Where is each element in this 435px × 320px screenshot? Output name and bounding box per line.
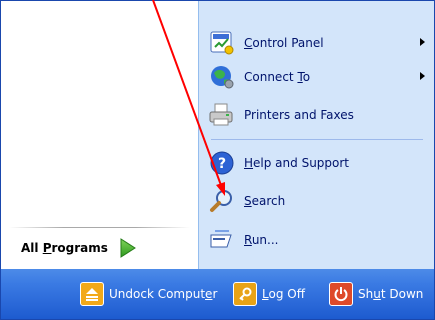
- undock-computer-label: Undock Computer: [109, 287, 218, 301]
- connect-to-label: Connect To: [244, 70, 311, 84]
- search-label: Search: [244, 194, 286, 208]
- printers-and-faxes-label: Printers and Faxes: [244, 108, 354, 122]
- undock-computer-button[interactable]: Undock Computer: [80, 282, 217, 306]
- all-programs-label: All Programs: [21, 241, 108, 255]
- help-and-support-label: Help and Support: [244, 156, 350, 170]
- log-off-button[interactable]: Log Off: [233, 282, 305, 306]
- start-menu: All Programs Control Panel Connect To Pr…: [0, 0, 435, 320]
- key-icon: [233, 282, 257, 306]
- shut-down-button[interactable]: Shut Down: [329, 282, 423, 306]
- help-icon: ?: [207, 148, 237, 178]
- right-separator: [211, 139, 423, 140]
- connect-to-icon: [207, 62, 237, 92]
- submenu-arrow-icon: [420, 38, 425, 46]
- printers-and-faxes-item[interactable]: Printers and Faxes: [207, 98, 429, 132]
- bottom-bar: Undock Computer Log Off Shut Down: [1, 269, 434, 319]
- power-icon: [329, 282, 353, 306]
- shut-down-label: Shut Down: [358, 287, 424, 301]
- right-panel: Control Panel Connect To Printers and Fa…: [198, 1, 434, 269]
- log-off-label: Log Off: [262, 287, 305, 301]
- left-separator: [9, 227, 190, 228]
- undock-icon: [80, 282, 104, 306]
- run-label: Run...: [244, 233, 279, 247]
- control-panel-label: Control Panel: [244, 36, 324, 50]
- left-panel: All Programs: [1, 1, 198, 269]
- svg-text:?: ?: [218, 156, 226, 172]
- run-icon: [207, 225, 237, 255]
- submenu-arrow-icon: [420, 72, 425, 80]
- search-item[interactable]: Search: [207, 184, 429, 218]
- all-programs-button[interactable]: All Programs: [9, 232, 189, 264]
- run-item[interactable]: Run...: [207, 223, 429, 257]
- search-icon: [207, 186, 237, 216]
- printer-icon: [207, 100, 237, 130]
- control-panel-icon: [207, 28, 237, 58]
- help-and-support-item[interactable]: ? Help and Support: [207, 146, 429, 180]
- connect-to-item[interactable]: Connect To: [207, 60, 429, 94]
- green-arrow-icon: [120, 238, 136, 258]
- control-panel-item[interactable]: Control Panel: [207, 26, 429, 60]
